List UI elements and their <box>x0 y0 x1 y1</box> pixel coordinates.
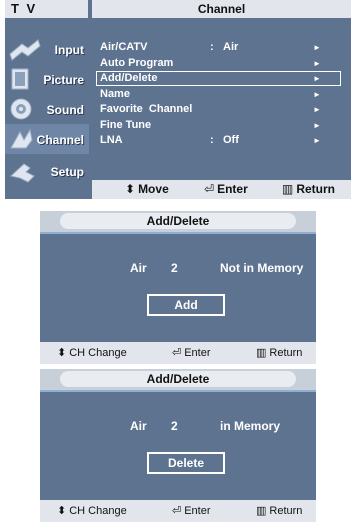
dialog-title: Add/Delete <box>60 371 296 387</box>
hint-label: Enter <box>184 347 211 359</box>
source-label: Air <box>130 261 147 275</box>
tv-title: T V <box>5 0 88 18</box>
arrow-right-icon: ► <box>313 59 321 68</box>
arrow-right-icon: ► <box>313 136 321 145</box>
hint-move: ⬍ Move <box>125 180 169 199</box>
hint-label: Return <box>296 182 336 196</box>
hint-label: Return <box>269 347 303 359</box>
hint-enter: ⏎ Enter <box>172 342 211 364</box>
sidebar-item-label: Input <box>54 43 84 57</box>
hint-ch-change: ⬍ CH Change <box>57 500 127 522</box>
menu-item-lna[interactable]: LNA : Off ► <box>96 133 341 148</box>
return-icon: ▥ <box>282 182 294 196</box>
menu-item-label: Name <box>100 88 130 100</box>
tv-channel-menu: T V Channel Input Picture Sound Channel … <box>5 0 351 199</box>
menu-item-value: Air <box>223 41 239 53</box>
menu-header: Channel <box>92 0 351 18</box>
dialog-title-bar: Add/Delete <box>40 369 316 390</box>
hint-label: CH Change <box>69 505 127 517</box>
sidebar-item-channel[interactable]: Channel <box>5 124 89 154</box>
hint-label: Enter <box>217 182 248 196</box>
menu-item-favorite-channel[interactable]: Favorite Channel ► <box>96 102 341 117</box>
dialog-footer: ⬍ CH Change ⏎ Enter ▥ Return <box>40 342 316 364</box>
add-delete-dialog-add: Add/Delete Air 2 Not in Memory Add ⬍ CH C… <box>40 211 316 364</box>
dialog-footer: ⬍ CH Change ⏎ Enter ▥ Return <box>40 500 316 522</box>
setup-icon <box>9 163 35 183</box>
sidebar-item-input[interactable]: Input <box>5 34 89 64</box>
hint-return: ▥ Return <box>282 180 335 199</box>
enter-icon: ⏎ <box>204 182 215 196</box>
menu-item-air-catv[interactable]: Air/CATV : Air ► <box>96 40 341 55</box>
menu-item-add-delete[interactable]: Add/Delete ► <box>96 71 341 86</box>
return-icon: ▥ <box>256 347 267 359</box>
arrow-right-icon: ► <box>313 43 321 52</box>
hint-return: ▥ Return <box>256 342 302 364</box>
dialog-divider <box>40 390 316 392</box>
menu-item-separator: : <box>210 134 214 146</box>
ch-change-icon: ⬍ <box>57 505 67 517</box>
memory-status: in Memory <box>220 419 281 433</box>
sidebar-item-label: Setup <box>50 165 84 179</box>
arrow-right-icon: ► <box>313 74 321 83</box>
menu-item-label: Fine Tune <box>100 119 152 131</box>
arrow-right-icon: ► <box>313 121 321 130</box>
memory-status: Not in Memory <box>220 261 304 275</box>
dialog-divider <box>40 232 316 234</box>
hint-return: ▥ Return <box>256 500 302 522</box>
delete-button[interactable]: Delete <box>147 452 225 474</box>
hint-bar: ⬍ Move ⏎ Enter ▥ Return <box>92 180 351 199</box>
hint-enter: ⏎ Enter <box>172 500 211 522</box>
menu-item-label: Add/Delete <box>100 72 158 84</box>
arrow-right-icon: ► <box>313 90 321 99</box>
hint-label: CH Change <box>69 347 127 359</box>
menu-item-auto-program[interactable]: Auto Program ► <box>96 56 341 71</box>
enter-icon: ⏎ <box>172 347 182 359</box>
menu-item-label: LNA <box>100 134 123 146</box>
hint-label: Move <box>138 182 169 196</box>
dialog-title: Add/Delete <box>60 213 296 229</box>
add-button[interactable]: Add <box>147 294 225 316</box>
menu-item-separator: : <box>210 41 214 53</box>
picture-icon <box>11 68 29 90</box>
channel-menu-items: Air/CATV : Air ► Auto Program ► Add/Dele… <box>92 18 351 179</box>
menu-item-label: Favorite Channel <box>100 103 193 115</box>
menu-item-label: Air/CATV <box>100 41 148 53</box>
source-label: Air <box>130 419 147 433</box>
sidebar-item-label: Sound <box>46 103 84 117</box>
channel-number: 2 <box>171 419 178 433</box>
ch-change-icon: ⬍ <box>57 347 67 359</box>
hint-enter: ⏎ Enter <box>204 180 248 199</box>
input-icon <box>9 39 41 61</box>
hint-label: Return <box>269 505 303 517</box>
menu-item-label: Auto Program <box>100 57 174 69</box>
hint-label: Enter <box>184 505 211 517</box>
menu-item-name[interactable]: Name ► <box>96 87 341 102</box>
channel-number: 2 <box>171 261 178 275</box>
add-delete-dialog-delete: Add/Delete Air 2 in Memory Delete ⬍ CH Ch… <box>40 369 316 522</box>
sidebar-item-label: Channel <box>36 133 84 147</box>
enter-icon: ⏎ <box>172 505 182 517</box>
hint-ch-change: ⬍ CH Change <box>57 342 127 364</box>
return-icon: ▥ <box>256 505 267 517</box>
sound-icon <box>10 98 32 120</box>
sidebar: Input Picture Sound Channel Setup <box>5 20 89 199</box>
sidebar-item-picture[interactable]: Picture <box>5 64 89 94</box>
sidebar-item-setup[interactable]: Setup <box>5 156 89 186</box>
move-icon: ⬍ <box>125 182 136 196</box>
menu-item-fine-tune[interactable]: Fine Tune ► <box>96 118 341 133</box>
menu-item-value: Off <box>223 134 239 146</box>
arrow-right-icon: ► <box>313 105 321 114</box>
sidebar-item-label: Picture <box>43 73 84 87</box>
sidebar-item-sound[interactable]: Sound <box>5 94 89 124</box>
dialog-title-bar: Add/Delete <box>40 211 316 232</box>
